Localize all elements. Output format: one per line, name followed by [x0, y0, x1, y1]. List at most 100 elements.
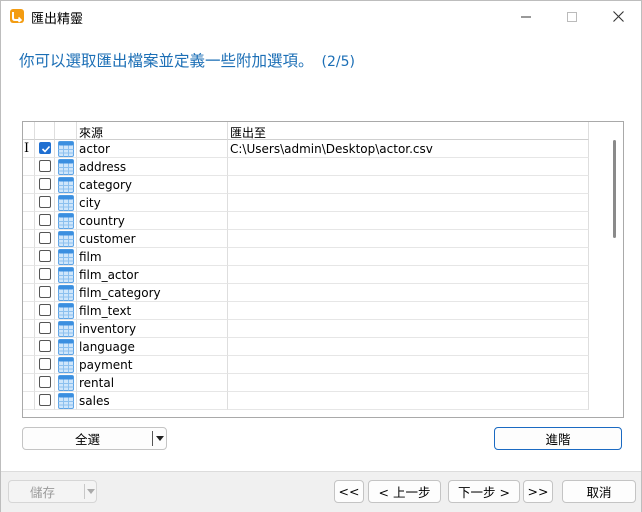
cancel-button[interactable]: 取消	[562, 480, 636, 503]
row-checkbox[interactable]	[39, 214, 51, 226]
row-source-cell[interactable]: language	[77, 338, 228, 356]
row-target-cell[interactable]	[228, 212, 589, 230]
row-target-cell[interactable]: C:\Users\admin\Desktop\actor.csv	[228, 140, 589, 158]
table-row[interactable]: language	[23, 338, 589, 356]
export-table-grid[interactable]: 來源 匯出至 Iactor C:\Users\admin\Desktop\acto…	[22, 121, 624, 418]
row-target-cell[interactable]	[228, 320, 589, 338]
heading-text: 你可以選取匯出檔案並定義一些附加選項。	[19, 52, 314, 70]
save-split-separator	[84, 484, 85, 499]
row-checkbox[interactable]	[39, 394, 51, 406]
row-checkbox[interactable]	[39, 286, 51, 298]
row-source-cell[interactable]: category	[77, 176, 228, 194]
row-source-cell[interactable]: rental	[77, 374, 228, 392]
table-row[interactable]: film_text	[23, 302, 589, 320]
row-checkbox-cell[interactable]	[35, 248, 55, 266]
row-checkbox[interactable]	[39, 142, 51, 154]
table-row[interactable]: address	[23, 158, 589, 176]
row-target-cell[interactable]	[228, 284, 589, 302]
row-source-cell[interactable]: film_text	[77, 302, 228, 320]
last-step-button[interactable]: >>	[523, 480, 553, 503]
row-checkbox[interactable]	[39, 304, 51, 316]
scrollbar-thumb[interactable]	[613, 140, 616, 238]
chevron-down-icon[interactable]	[87, 489, 95, 494]
table-row[interactable]: payment	[23, 356, 589, 374]
first-step-button[interactable]: <<	[334, 480, 364, 503]
back-button[interactable]: < 上一步	[368, 480, 441, 503]
table-row[interactable]: city	[23, 194, 589, 212]
row-checkbox-cell[interactable]	[35, 320, 55, 338]
row-checkbox-cell[interactable]	[35, 392, 55, 410]
column-header-target[interactable]: 匯出至	[228, 122, 589, 140]
maximize-button[interactable]	[549, 1, 595, 32]
table-row[interactable]: Iactor C:\Users\admin\Desktop\actor.csv	[23, 140, 589, 158]
row-source-cell[interactable]: film_actor	[77, 266, 228, 284]
row-source-cell[interactable]: customer	[77, 230, 228, 248]
row-source-cell[interactable]: film	[77, 248, 228, 266]
row-target-cell[interactable]	[228, 194, 589, 212]
row-checkbox-cell[interactable]	[35, 158, 55, 176]
row-source-cell[interactable]: sales	[77, 392, 228, 410]
row-checkbox-cell[interactable]	[35, 194, 55, 212]
table-row[interactable]: rental	[23, 374, 589, 392]
row-checkbox[interactable]	[39, 178, 51, 190]
row-target-cell[interactable]	[228, 392, 589, 410]
table-row[interactable]: country	[23, 212, 589, 230]
vertical-scrollbar[interactable]	[610, 122, 623, 417]
row-checkbox[interactable]	[39, 358, 51, 370]
next-button[interactable]: 下一步 >	[448, 480, 520, 503]
row-source-cell[interactable]: film_category	[77, 284, 228, 302]
row-checkbox[interactable]	[39, 160, 51, 172]
row-checkbox-cell[interactable]	[35, 356, 55, 374]
title-bar[interactable]: 匯出精靈	[1, 1, 641, 32]
table-row[interactable]: inventory	[23, 320, 589, 338]
row-checkbox-cell[interactable]	[35, 176, 55, 194]
row-target-cell[interactable]	[228, 374, 589, 392]
row-target-cell[interactable]	[228, 158, 589, 176]
table-row[interactable]: customer	[23, 230, 589, 248]
row-target-cell[interactable]	[228, 302, 589, 320]
row-source-cell[interactable]: inventory	[77, 320, 228, 338]
row-source-cell[interactable]: payment	[77, 356, 228, 374]
table-row[interactable]: film_actor	[23, 266, 589, 284]
row-target-cell[interactable]	[228, 176, 589, 194]
row-source-cell[interactable]: address	[77, 158, 228, 176]
row-indicator-cell	[23, 230, 35, 248]
row-checkbox-cell[interactable]	[35, 140, 55, 158]
row-checkbox-cell[interactable]	[35, 212, 55, 230]
row-source-name: customer	[79, 232, 136, 246]
row-source-cell[interactable]: country	[77, 212, 228, 230]
select-all-split-button[interactable]: 全選	[22, 427, 167, 450]
table-row[interactable]: category	[23, 176, 589, 194]
row-source-name: sales	[79, 394, 110, 408]
row-checkbox-cell[interactable]	[35, 230, 55, 248]
row-checkbox[interactable]	[39, 340, 51, 352]
row-checkbox-cell[interactable]	[35, 338, 55, 356]
row-checkbox[interactable]	[39, 196, 51, 208]
save-split-button[interactable]: 儲存	[8, 480, 97, 503]
table-row[interactable]: film	[23, 248, 589, 266]
table-row[interactable]: film_category	[23, 284, 589, 302]
row-checkbox[interactable]	[39, 232, 51, 244]
chevron-down-icon[interactable]	[156, 436, 164, 441]
advanced-button[interactable]: 進階	[494, 427, 622, 450]
row-indicator-cell	[23, 302, 35, 320]
row-checkbox-cell[interactable]	[35, 284, 55, 302]
row-target-cell[interactable]	[228, 266, 589, 284]
row-source-cell[interactable]: city	[77, 194, 228, 212]
row-source-cell[interactable]: actor	[77, 140, 228, 158]
row-checkbox[interactable]	[39, 376, 51, 388]
row-target-cell[interactable]	[228, 248, 589, 266]
table-row[interactable]: sales	[23, 392, 589, 410]
row-target-cell[interactable]	[228, 338, 589, 356]
row-target-cell[interactable]	[228, 230, 589, 248]
column-header-source[interactable]: 來源	[77, 122, 228, 140]
row-checkbox-cell[interactable]	[35, 374, 55, 392]
close-button[interactable]	[595, 1, 641, 32]
row-target-cell[interactable]	[228, 356, 589, 374]
minimize-button[interactable]	[503, 1, 549, 32]
row-checkbox[interactable]	[39, 268, 51, 280]
row-checkbox[interactable]	[39, 250, 51, 262]
row-checkbox-cell[interactable]	[35, 302, 55, 320]
row-checkbox-cell[interactable]	[35, 266, 55, 284]
row-checkbox[interactable]	[39, 322, 51, 334]
